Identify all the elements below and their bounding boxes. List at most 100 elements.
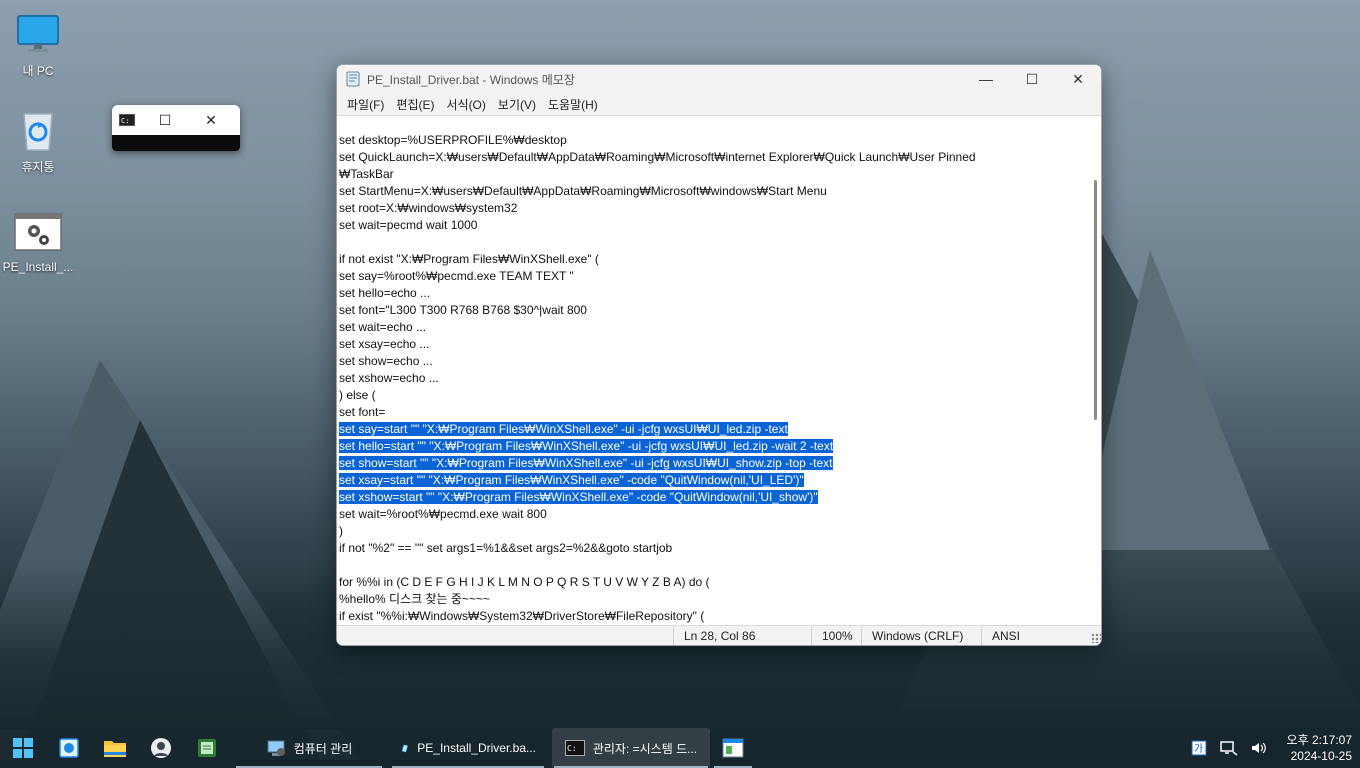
editor-line[interactable]: set desktop=%USERPROFILE%₩desktop — [339, 132, 1089, 149]
app-icon — [198, 739, 216, 757]
editor-line-text: set hello=start "" "X:₩Program Files₩Win… — [339, 439, 834, 453]
close-button[interactable]: ✕ — [1055, 65, 1101, 93]
editor-line[interactable] — [339, 557, 1089, 574]
editor-line[interactable]: set wait=%root%₩pecmd.exe wait 800 — [339, 506, 1089, 523]
resize-grip[interactable] — [1091, 633, 1101, 643]
desktop-icon-label: 내 PC — [22, 64, 54, 78]
file-explorer-icon — [104, 741, 126, 757]
taskbar-task-window[interactable] — [710, 728, 756, 768]
editor-line-text: set QuickLaunch=X:₩users₩Default₩AppData… — [339, 150, 976, 164]
editor-line[interactable]: set StartMenu=X:₩users₩Default₩AppData₩R… — [339, 183, 1089, 200]
taskbar-task-admin-console[interactable]: C: 관리자: =시스템 드... — [552, 728, 710, 768]
close-button[interactable]: ✕ — [188, 105, 234, 135]
editor-line[interactable]: ) — [339, 523, 1089, 540]
menu-format[interactable]: 서식(O) — [440, 96, 491, 113]
editor-line[interactable]: set wait=echo ... — [339, 319, 1089, 336]
taskbar-task-computer-management[interactable]: 컴퓨터 관리 — [234, 728, 384, 768]
taskbar-pinned-file-explorer[interactable] — [92, 728, 138, 768]
menu-bar: 파일(F) 편집(E) 서식(O) 보기(V) 도움말(H) — [337, 93, 1101, 115]
editor-line-text: set show=start "" "X:₩Program Files₩WinX… — [339, 456, 833, 470]
keyboard-language-icon: 가 — [1191, 740, 1207, 756]
desktop-icon-my-pc[interactable]: 내 PC — [0, 10, 76, 79]
tray-network[interactable] — [1217, 728, 1241, 768]
editor-line-text: set wait=%root%₩pecmd.exe wait 800 — [339, 507, 547, 521]
editor-line-text: set say=start "" "X:₩Program Files₩WinXS… — [339, 422, 788, 436]
editor-line-text: set wait=pecmd wait 1000 — [339, 218, 478, 232]
svg-text:가: 가 — [1194, 743, 1203, 755]
editor-line[interactable]: set QuickLaunch=X:₩users₩Default₩AppData… — [339, 149, 1089, 166]
line-ending: Windows (CRLF) — [861, 625, 981, 645]
menu-view[interactable]: 보기(V) — [492, 96, 542, 113]
tray-volume[interactable] — [1247, 728, 1271, 768]
window-title: PE_Install_Driver.bat - Windows 메모장 — [367, 72, 575, 87]
editor-line-text: ) — [339, 524, 343, 538]
editor-line[interactable]: if not exist "X:₩Program Files₩WinXShell… — [339, 251, 1089, 268]
menu-file[interactable]: 파일(F) — [341, 96, 390, 113]
svg-text:C:: C: — [121, 117, 129, 125]
taskbar: 컴퓨터 관리 PE_Install_Driver.ba... C: 관리자: =… — [0, 728, 1360, 768]
editor-line-text: set show=echo ... — [339, 354, 433, 368]
editor-area[interactable]: set desktop=%USERPROFILE%₩desktop set Qui… — [337, 115, 1101, 627]
clock[interactable]: 오후 2:17:07 2024-10-25 — [1287, 732, 1352, 764]
maximize-button[interactable]: ☐ — [142, 105, 188, 135]
editor-line-selected[interactable]: set show=start "" "X:₩Program Files₩WinX… — [339, 455, 1089, 472]
editor-line[interactable]: set show=echo ... — [339, 353, 1089, 370]
editor-line-selected[interactable]: set xshow=start "" "X:₩Program Files₩Win… — [339, 489, 1089, 506]
editor-line-text: set StartMenu=X:₩users₩Default₩AppData₩R… — [339, 184, 827, 198]
scrollbar-thumb[interactable] — [1094, 180, 1097, 420]
editor-line-selected[interactable]: set hello=start "" "X:₩Program Files₩Win… — [339, 438, 1089, 455]
editor-line-text: set xshow=start "" "X:₩Program Files₩Win… — [339, 490, 818, 504]
editor-line[interactable]: set root=X:₩windows₩system32 — [339, 200, 1089, 217]
menu-edit[interactable]: 편집(E) — [390, 96, 440, 113]
notepad-icon — [401, 744, 409, 753]
editor-line[interactable]: %hello% 디스크 찾는 중~~~~ — [339, 591, 1089, 608]
status-bar: Ln 28, Col 86 100% Windows (CRLF) ANSI — [337, 625, 1101, 645]
vertical-scrollbar[interactable] — [1089, 116, 1101, 627]
system-tray: 가 오후 2:17:07 2024-10-25 — [1187, 728, 1360, 768]
taskbar-pinned-app[interactable] — [184, 728, 230, 768]
editor-line[interactable]: ) else ( — [339, 387, 1089, 404]
task-label: 관리자: =시스템 드... — [592, 741, 698, 756]
editor-line-text: set xshow=echo ... — [339, 371, 439, 385]
zoom-level: 100% — [811, 625, 861, 645]
editor-line-selected[interactable]: set say=start "" "X:₩Program Files₩WinXS… — [339, 421, 1089, 438]
editor-line-text: if exist "%%i:₩Windows₩System32₩DriverSt… — [339, 609, 705, 623]
desktop-icon-label: PE_Install_... — [2, 260, 74, 274]
volume-icon — [1251, 742, 1266, 754]
cursor-position: Ln 28, Col 86 — [673, 625, 811, 645]
desktop-icon-recycle-bin[interactable]: 휴지통 — [0, 106, 76, 175]
maximize-button[interactable]: ☐ — [1009, 65, 1055, 93]
editor-line[interactable]: set hello=echo ... — [339, 285, 1089, 302]
editor-line[interactable]: for %%i in (C D E F G H I J K L M N O P … — [339, 574, 1089, 591]
editor-line[interactable] — [339, 234, 1089, 251]
menu-help[interactable]: 도움말(H) — [542, 96, 604, 113]
editor-line[interactable]: ₩TaskBar — [339, 166, 1089, 183]
title-bar[interactable]: PE_Install_Driver.bat - Windows 메모장 — ☐ … — [337, 65, 1101, 93]
editor-line-text: if not "%2" == "" set args1=%1&&set args… — [339, 541, 673, 555]
taskbar-pinned-control-panel[interactable] — [46, 728, 92, 768]
editor-line[interactable]: if exist "%%i:₩Windows₩System32₩DriverSt… — [339, 608, 1089, 625]
editor-line[interactable]: set xsay=echo ... — [339, 336, 1089, 353]
console-icon: C: — [564, 740, 585, 756]
taskbar-pinned-avatar[interactable] — [138, 728, 184, 768]
desktop-icon-batch-file[interactable]: PE_Install_... — [0, 208, 76, 274]
editor-line-text: set root=X:₩windows₩system32 — [339, 201, 518, 215]
editor-line[interactable]: set xshow=echo ... — [339, 370, 1089, 387]
editor-line-text: set hello=echo ... — [339, 286, 431, 300]
tray-input-method[interactable]: 가 — [1187, 728, 1211, 768]
editor-line[interactable]: set font= — [339, 404, 1089, 421]
computer-management-icon — [267, 740, 285, 756]
taskbar-task-notepad[interactable]: PE_Install_Driver.ba... — [390, 728, 546, 768]
console-window-minimized[interactable]: C: ☐ ✕ — [112, 105, 240, 151]
notepad-window[interactable]: PE_Install_Driver.bat - Windows 메모장 — ☐ … — [336, 64, 1102, 646]
editor-line-selected[interactable]: set xsay=start "" "X:₩Program Files₩WinX… — [339, 472, 1089, 489]
editor-line[interactable]: set say=%root%₩pecmd.exe TEAM TEXT " — [339, 268, 1089, 285]
minimize-button[interactable]: — — [963, 65, 1009, 93]
editor-line[interactable]: set font="L300 T300 R768 B768 $30^|wait … — [339, 302, 1089, 319]
notepad-icon — [346, 71, 360, 87]
editor-line[interactable]: set wait=pecmd wait 1000 — [339, 217, 1089, 234]
editor-line[interactable]: if not "%2" == "" set args1=%1&&set args… — [339, 540, 1089, 557]
editor-line-text: set wait=echo ... — [339, 320, 427, 334]
start-button[interactable] — [0, 728, 46, 768]
text-editor[interactable]: set desktop=%USERPROFILE%₩desktop set Qui… — [337, 116, 1089, 627]
